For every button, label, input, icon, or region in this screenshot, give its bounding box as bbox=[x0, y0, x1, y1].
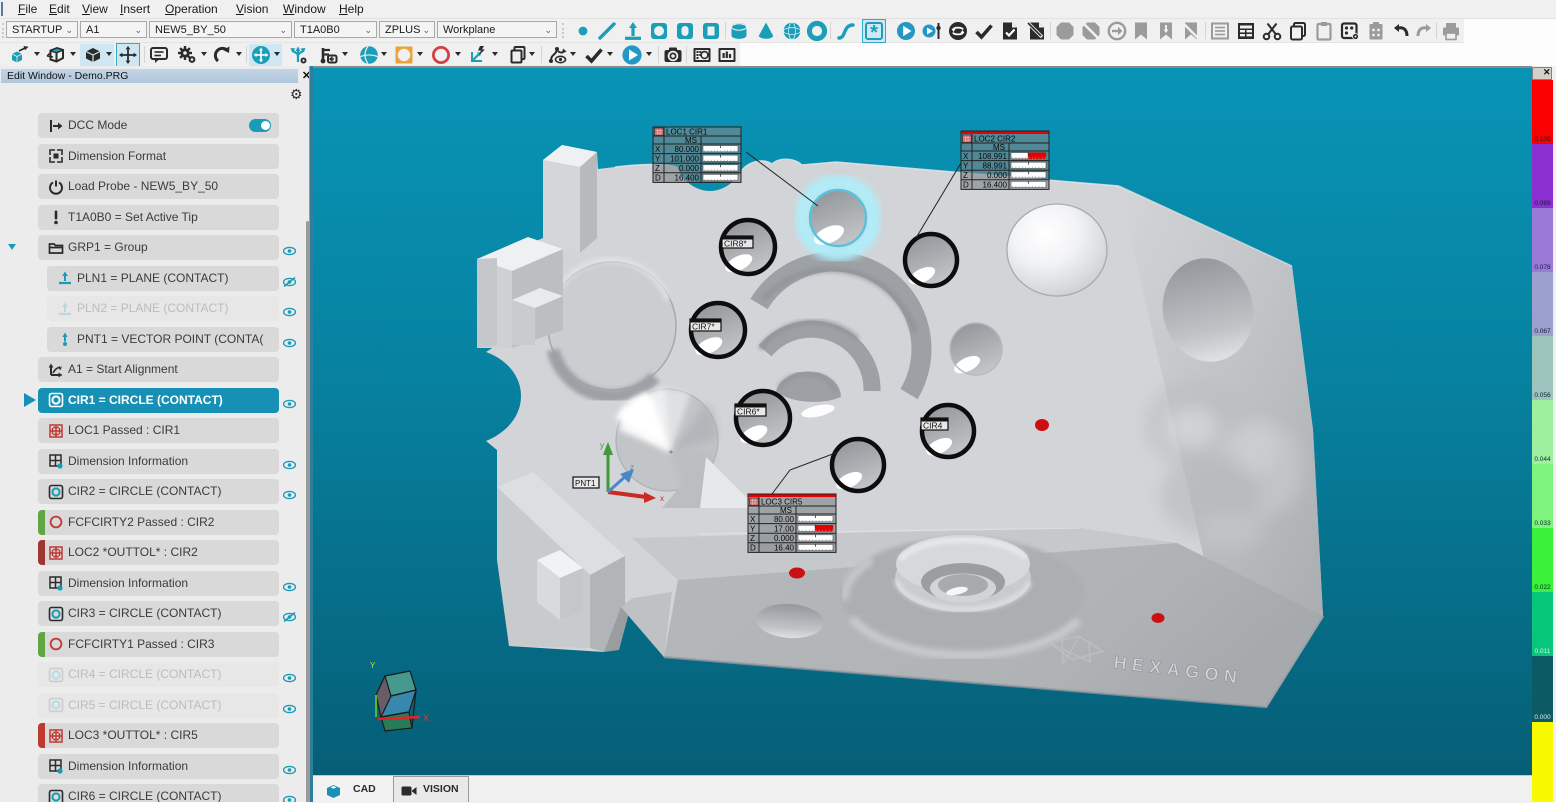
svg-text:Y: Y bbox=[963, 161, 969, 170]
svg-text:16.40: 16.40 bbox=[774, 544, 795, 553]
svg-text:Z: Z bbox=[963, 171, 968, 180]
svg-text:X: X bbox=[423, 713, 429, 723]
svg-text:88.991: 88.991 bbox=[983, 161, 1008, 170]
svg-text:D: D bbox=[963, 181, 969, 190]
svg-text:17.00: 17.00 bbox=[774, 524, 795, 533]
svg-text:0.000: 0.000 bbox=[987, 171, 1008, 180]
svg-text:PNT1: PNT1 bbox=[575, 479, 596, 488]
svg-text:x: x bbox=[660, 494, 664, 503]
svg-text:*: * bbox=[870, 22, 878, 42]
svg-text:y: y bbox=[600, 441, 604, 450]
svg-text:16.400: 16.400 bbox=[983, 181, 1008, 190]
svg-text:Y: Y bbox=[655, 154, 661, 163]
svg-text:0.000: 0.000 bbox=[774, 534, 795, 543]
svg-text:108.991: 108.991 bbox=[978, 152, 1007, 161]
svg-text:z: z bbox=[630, 463, 634, 472]
svg-text:Z: Z bbox=[655, 164, 660, 173]
svg-text:Z: Z bbox=[750, 534, 755, 543]
svg-text:CIR6*: CIR6* bbox=[737, 407, 760, 417]
svg-text:CIR8*: CIR8* bbox=[724, 239, 747, 249]
svg-text:D: D bbox=[655, 174, 661, 183]
svg-text:X: X bbox=[963, 152, 969, 161]
svg-text:X: X bbox=[655, 145, 661, 154]
svg-text:Y: Y bbox=[750, 524, 756, 533]
svg-text:0.000: 0.000 bbox=[679, 164, 700, 173]
svg-text:Y: Y bbox=[370, 661, 376, 670]
svg-text:80.00: 80.00 bbox=[774, 515, 795, 524]
svg-text:16.400: 16.400 bbox=[675, 174, 700, 183]
svg-text:CIR4: CIR4 bbox=[923, 421, 943, 431]
svg-text:D: D bbox=[750, 544, 756, 553]
svg-text:80.000: 80.000 bbox=[675, 145, 700, 154]
svg-text:101.000: 101.000 bbox=[670, 154, 699, 163]
svg-text:CIR7*: CIR7* bbox=[692, 322, 715, 332]
svg-text:X: X bbox=[750, 515, 756, 524]
